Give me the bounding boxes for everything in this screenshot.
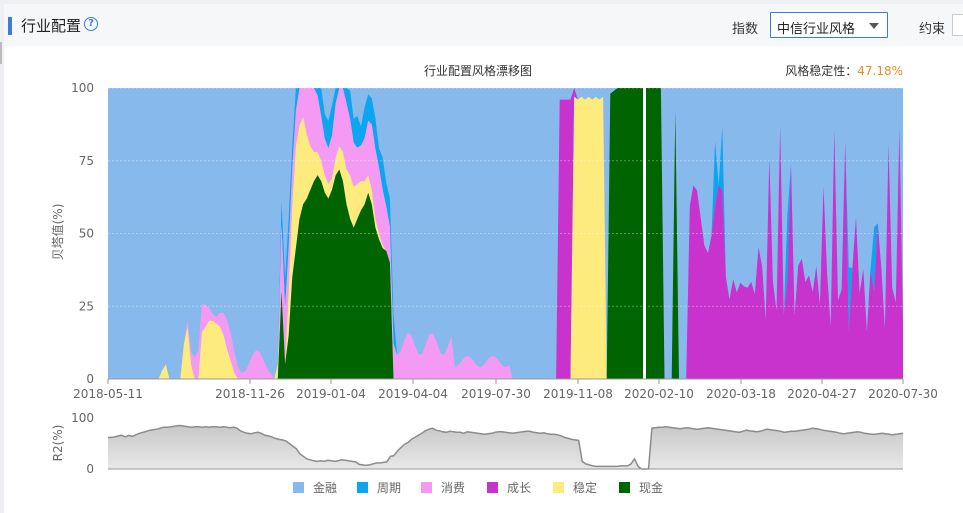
legend-swatch [357, 482, 368, 493]
x-tick-label: 2020-04-27 [787, 387, 857, 401]
legend-label[interactable]: 周期 [377, 481, 401, 495]
style-drift-chart: 行业配置风格漂移图 风格稳定性：47.18% 10075502502018-05… [50, 63, 938, 495]
legend-label[interactable]: 现金 [639, 480, 663, 495]
legend-label[interactable]: 消费 [441, 481, 465, 495]
y-tick-label: 75 [79, 154, 94, 168]
x-tick-label: 2018-11-26 [215, 387, 285, 401]
x-tick-label: 2019-04-04 [378, 387, 448, 401]
legend-swatch [619, 482, 630, 493]
x-tick-label: 2020-02-10 [624, 387, 694, 401]
legend-swatch [487, 482, 498, 493]
x-tick-label: 2019-07-30 [461, 387, 531, 401]
y-tick-label: 100 [71, 81, 94, 95]
legend-label[interactable]: 成长 [507, 481, 531, 495]
x-tick-label: 2018-05-11 [73, 387, 143, 401]
r2-y-tick-label: 100 [71, 411, 94, 425]
y-axis-label: 贝塔值(%) [50, 204, 65, 261]
x-tick-label: 2020-07-30 [868, 387, 938, 401]
r2-plot-area: 100 0 [71, 411, 904, 476]
stability-label: 风格稳定性： [785, 63, 857, 78]
y-tick-label: 25 [79, 299, 94, 313]
x-tick-label: 2019-11-08 [543, 387, 613, 401]
r2-axis-label: R2(%) [51, 425, 65, 462]
y-tick-label: 50 [79, 227, 94, 241]
x-tick-label: 2020-03-18 [706, 387, 776, 401]
chart-title: 行业配置风格漂移图 [424, 63, 532, 78]
legend: 金融 周期 消费 成长 稳定 现金 [293, 480, 663, 495]
r2-y-tick-label: 0 [86, 462, 94, 476]
legend-swatch [293, 482, 304, 493]
y-tick-label: 0 [86, 372, 94, 386]
x-tick-label: 2019-01-04 [296, 387, 366, 401]
legend-label[interactable]: 金融 [313, 480, 337, 495]
legend-swatch [553, 482, 564, 493]
stability-value: 47.18% [857, 64, 903, 78]
legend-label[interactable]: 稳定 [573, 480, 597, 495]
legend-swatch [421, 482, 432, 493]
stability-readout: 风格稳定性：47.18% [785, 63, 903, 78]
